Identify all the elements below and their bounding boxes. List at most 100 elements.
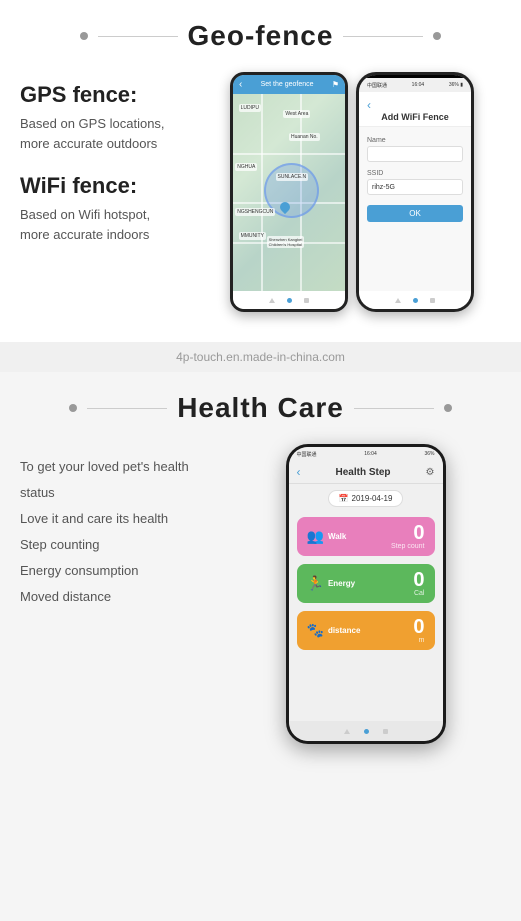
health-battery: 36% xyxy=(424,451,434,457)
distance-value: 0 xyxy=(413,617,424,637)
health-desc3: Step counting xyxy=(20,532,220,558)
nav-back xyxy=(395,298,401,303)
health-carrier: 中国联通 xyxy=(297,451,317,458)
wifi-empty-area xyxy=(359,232,471,291)
walk-icon: 👥 xyxy=(307,528,324,545)
map-label: MMUNITY xyxy=(239,232,266,240)
geo-text: GPS fence: Based on GPS locations, more … xyxy=(20,72,220,264)
gps-back-arrow: ‹ xyxy=(239,79,242,90)
map-label: NGHUA xyxy=(235,163,257,171)
wifi-ssid-row: SSID rihz-5G xyxy=(367,170,463,195)
wifi-name-label: Name xyxy=(367,137,463,144)
health-card-left: 🏃 Energy xyxy=(307,575,356,592)
health-text: To get your loved pet's health status Lo… xyxy=(20,444,220,610)
health-gear-button[interactable]: ⚙ xyxy=(426,467,435,478)
watermark-text: 4p-touch.en.made-in-china.com xyxy=(176,350,345,364)
wifi-status-bar: 中国联通 16:04 36% ▮ xyxy=(359,78,471,92)
wifi-name-input[interactable] xyxy=(367,146,463,162)
wifi-screen-footer xyxy=(359,291,471,309)
map-label: Huanan No. xyxy=(289,133,320,141)
energy-icon: 🏃 xyxy=(307,575,324,592)
health-back-button[interactable]: ‹ xyxy=(297,465,301,479)
wifi-ssid-input[interactable]: rihz-5G xyxy=(367,179,463,195)
wifi-fence-desc: Based on Wifi hotspot, more accurate ind… xyxy=(20,205,220,244)
wifi-fence-title: WiFi fence: xyxy=(20,173,220,199)
map-label: SUNLACE.N xyxy=(276,173,309,181)
health-card-left: 🐾 distance xyxy=(307,622,361,639)
geo-phones: ‹ Set the geofence ⚑ LUDIPU West Area xyxy=(230,72,474,312)
health-line-left xyxy=(87,408,167,409)
health-phone-screen: 中国联通 16:04 36% ‹ Health Step ⚙ 📅 xyxy=(289,447,443,741)
health-energy-card: 🏃 Energy 0 Cal xyxy=(297,564,435,603)
distance-unit: m xyxy=(413,637,424,644)
health-distance-card: 🐾 distance 0 m xyxy=(297,611,435,650)
health-date-row: 📅 2019-04-19 xyxy=(289,484,443,513)
health-walk-card: 👥 Walk 0 Step count xyxy=(297,517,435,556)
nav-recent xyxy=(304,298,309,303)
nav-recent xyxy=(430,298,435,303)
map-road xyxy=(233,153,345,155)
health-nav-home xyxy=(364,729,369,734)
health-time: 16:04 xyxy=(364,451,377,457)
gps-fence-desc: Based on GPS locations, more accurate ou… xyxy=(20,114,220,153)
wifi-battery: 36% ▮ xyxy=(449,82,463,88)
health-dot-right xyxy=(444,404,452,412)
health-app-header: ‹ Health Step ⚙ xyxy=(289,461,443,484)
distance-icon: 🐾 xyxy=(307,622,324,639)
wifi-ok-button[interactable]: OK xyxy=(367,205,463,222)
title-line-right xyxy=(343,36,423,37)
wifi-back-arrow: ‹ xyxy=(367,98,463,112)
wifi-time: 16:04 xyxy=(412,82,425,88)
gps-screen-title: Set the geofence xyxy=(246,81,327,88)
energy-value: 0 xyxy=(413,570,424,590)
gps-map-area: LUDIPU West Area Huanan No. NGHUA SUNLAC… xyxy=(233,94,345,291)
geo-fence-title-row: Geo-fence xyxy=(0,20,521,52)
title-dot-right xyxy=(433,32,441,40)
health-date: 2019-04-19 xyxy=(352,494,393,503)
title-line-left xyxy=(98,36,178,37)
health-date-box[interactable]: 📅 2019-04-19 xyxy=(328,490,404,507)
health-card-left: 👥 Walk xyxy=(307,528,347,545)
map-label: NGSHENGCUN xyxy=(235,208,275,216)
nav-home xyxy=(287,298,292,303)
distance-label: distance xyxy=(328,626,360,635)
energy-unit: Cal xyxy=(413,590,424,597)
health-nav-recent xyxy=(383,729,388,734)
health-content: To get your loved pet's health status Lo… xyxy=(0,444,521,744)
walk-unit: Step count xyxy=(391,543,424,550)
health-phone-mockup: 中国联通 16:04 36% ‹ Health Step ⚙ 📅 xyxy=(286,444,446,744)
health-card-right: 0 Step count xyxy=(391,523,424,550)
gps-phone-screen: ‹ Set the geofence ⚑ LUDIPU West Area xyxy=(233,75,345,309)
health-care-section: Health Care To get your loved pet's heal… xyxy=(0,372,521,774)
health-care-title: Health Care xyxy=(177,392,344,424)
wifi-header-title: Add WiFi Fence xyxy=(367,112,463,122)
health-desc2: Love it and care its health xyxy=(20,506,220,532)
health-desc4: Energy consumption xyxy=(20,558,220,584)
gps-screen-header: ‹ Set the geofence ⚑ xyxy=(233,75,345,94)
title-dot-left xyxy=(80,32,88,40)
health-status-bar: 中国联通 16:04 36% xyxy=(289,447,443,461)
health-title-row: Health Care xyxy=(0,392,521,424)
map-label: West Area xyxy=(283,110,310,118)
walk-value: 0 xyxy=(391,523,424,543)
map-label: Shenzhen KangbeiChildren's Hospital xyxy=(267,236,305,248)
health-line-right xyxy=(354,408,434,409)
health-dot-left xyxy=(69,404,77,412)
health-nav-back xyxy=(344,729,350,734)
health-phone-wrap: 中国联通 16:04 36% ‹ Health Step ⚙ 📅 xyxy=(230,444,501,744)
health-card-right: 0 Cal xyxy=(413,570,424,597)
wifi-phone-screen: 中国联通 16:04 36% ▮ ‹ Add WiFi Fence Name xyxy=(359,75,471,309)
health-desc1: To get your loved pet's health status xyxy=(20,454,220,506)
walk-label: Walk xyxy=(328,532,346,541)
wifi-form: Name SSID rihz-5G OK xyxy=(359,127,471,232)
geo-fence-section: Geo-fence GPS fence: Based on GPS locati… xyxy=(0,0,521,342)
geo-fence-title: Geo-fence xyxy=(188,20,334,52)
map-road xyxy=(261,94,263,291)
gps-screen-footer xyxy=(233,291,345,309)
wifi-phone-mockup: 中国联通 16:04 36% ▮ ‹ Add WiFi Fence Name xyxy=(356,72,474,312)
calendar-icon: 📅 xyxy=(339,494,349,503)
wifi-screen-header: ‹ Add WiFi Fence xyxy=(359,92,471,127)
health-screen-footer xyxy=(289,721,443,741)
watermark-bar: 4p-touch.en.made-in-china.com xyxy=(0,342,521,372)
health-screen-title: Health Step xyxy=(336,467,391,478)
